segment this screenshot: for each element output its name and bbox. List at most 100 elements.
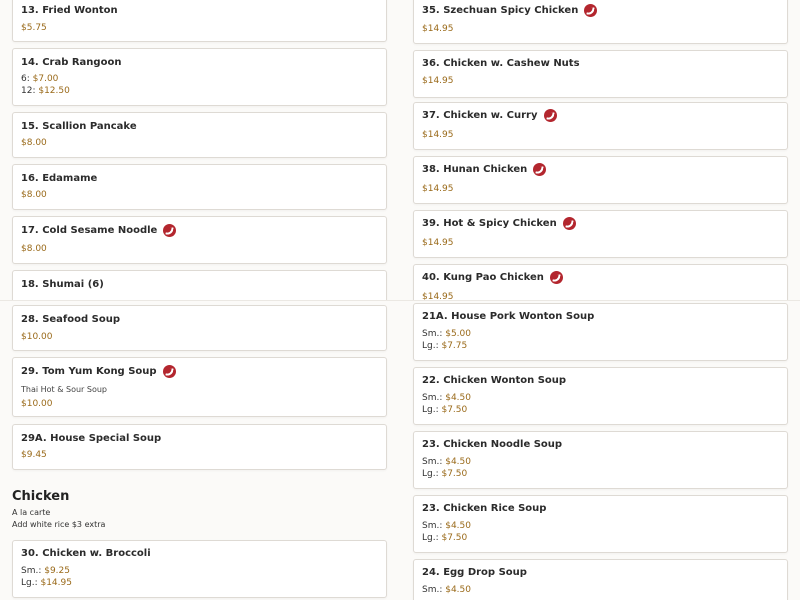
menu-item-name: 39. Hot & Spicy Chicken: [422, 217, 576, 230]
menu-item-card[interactable]: 30. Chicken w. Broccoli Sm.: $9.25 Lg.: $1…: [12, 540, 387, 598]
menu-item-card[interactable]: 35. Szechuan Spicy Chicken $14.95: [413, 0, 788, 44]
menu-item-name: 16. Edamame: [21, 173, 97, 184]
menu-item-name: 40. Kung Pao Chicken: [422, 271, 563, 284]
price-size-label: Lg.:: [21, 578, 41, 588]
menu-item-name: 21A. House Pork Wonton Soup: [422, 311, 594, 322]
menu-item-name: 14. Crab Rangoon: [21, 57, 121, 68]
menu-item-card[interactable]: 37. Chicken w. Curry $14.95: [413, 102, 788, 150]
spicy-pepper-icon: [163, 224, 177, 237]
price-size-label: Lg.:: [422, 405, 442, 415]
menu-item-title: 40. Kung Pao Chicken: [422, 272, 544, 283]
menu-item-card[interactable]: 29. Tom Yum Kong Soup Thai Hot & Sour Sou…: [12, 357, 387, 417]
menu-item-title: 13. Fried Wonton: [21, 5, 118, 16]
price-value: $9.25: [44, 566, 70, 576]
menu-item-card[interactable]: 24. Egg Drop Soup Sm.: $4.50: [413, 559, 788, 600]
menu-item-name: 22. Chicken Wonton Soup: [422, 375, 566, 386]
menu-item-name: 29A. House Special Soup: [21, 433, 161, 444]
menu-item-card[interactable]: 14. Crab Rangoon 6: $7.00 12: $12.50: [12, 48, 387, 106]
price-value: $5.75: [21, 23, 47, 33]
menu-item-title: 39. Hot & Spicy Chicken: [422, 218, 557, 229]
menu-item-name: 30. Chicken w. Broccoli: [21, 548, 151, 559]
price-value: $7.50: [441, 533, 468, 543]
menu-item-price-line: 12: $12.50: [21, 86, 70, 96]
menu-item-title: 18. Shumai (6): [21, 279, 104, 290]
menu-item-price-line: $8.00: [21, 244, 47, 254]
menu-item-title: 15. Scallion Pancake: [21, 121, 137, 132]
price-value: $14.95: [422, 238, 454, 248]
menu-item-card[interactable]: 39. Hot & Spicy Chicken $14.95: [413, 210, 788, 258]
menu-item-price-line: Lg.: $7.50: [422, 469, 467, 479]
menu-item-card[interactable]: 38. Hunan Chicken $14.95: [413, 156, 788, 204]
spicy-pepper-icon: [584, 4, 598, 17]
price-value: $10.00: [21, 332, 53, 342]
menu-item-card[interactable]: 40. Kung Pao Chicken $14.95: [413, 264, 788, 300]
price-value: $8.00: [21, 138, 47, 148]
price-value: $7.75: [441, 341, 468, 351]
spicy-pepper-icon: [533, 163, 547, 176]
menu-item-card[interactable]: 23. Chicken Rice Soup Sm.: $4.50 Lg.: $7.5…: [413, 495, 788, 553]
price-value: $4.50: [445, 585, 471, 595]
price-size-label: Lg.:: [422, 533, 442, 543]
price-value: $8.00: [21, 190, 47, 200]
menu-item-name: 37. Chicken w. Curry: [422, 109, 557, 122]
price-value: $14.95: [422, 184, 454, 194]
menu-item-name: 23. Chicken Noodle Soup: [422, 439, 562, 450]
menu-item-price-line: $10.00: [21, 399, 53, 409]
price-value: $14.95: [422, 292, 454, 300]
menu-item-name: 35. Szechuan Spicy Chicken: [422, 4, 598, 17]
menu-item-title: 16. Edamame: [21, 173, 98, 184]
price-size-label: Lg.:: [422, 341, 442, 351]
price-size-label: Sm.:: [422, 457, 446, 467]
price-size-label: Sm.:: [422, 585, 446, 595]
menu-item-card[interactable]: 13. Fried Wonton $5.75: [12, 0, 387, 42]
menu-item-name: 38. Hunan Chicken: [422, 163, 547, 176]
menu-item-price-line: Sm.: $9.25: [21, 566, 70, 576]
menu-item-card[interactable]: 17. Cold Sesame Noodle $8.00: [12, 216, 387, 264]
menu-item-title: 24. Egg Drop Soup: [422, 567, 527, 578]
spicy-pepper-icon: [162, 365, 176, 378]
menu-item-card[interactable]: 36. Chicken w. Cashew Nuts $14.95: [413, 50, 788, 98]
menu-item-title: 23. Chicken Rice Soup: [422, 503, 547, 514]
menu-item-name: 17. Cold Sesame Noodle: [21, 224, 177, 237]
menu-item-price-line: 6: $7.00: [21, 74, 58, 84]
menu-item-price-line: $14.95: [422, 24, 454, 34]
menu-item-title: 17. Cold Sesame Noodle: [21, 225, 158, 236]
menu-item-card[interactable]: 18. Shumai (6): [12, 270, 387, 300]
spicy-pepper-icon: [549, 271, 563, 284]
menu-item-title: 22. Chicken Wonton Soup: [422, 375, 567, 386]
menu-item-price-line: $14.95: [422, 292, 454, 300]
menu-item-name: 24. Egg Drop Soup: [422, 567, 527, 578]
price-value: $9.45: [21, 450, 47, 460]
menu-item-card[interactable]: 21A. House Pork Wonton Soup Sm.: $5.00 Lg.…: [413, 303, 788, 361]
menu-item-price-line: $8.00: [21, 138, 47, 148]
menu-item-price-line: $10.00: [21, 332, 53, 342]
menu-item-price-line: $9.45: [21, 450, 47, 460]
menu-item-card[interactable]: 15. Scallion Pancake $8.00: [12, 112, 387, 158]
price-value: $14.95: [40, 578, 72, 588]
section-title: Chicken: [12, 489, 70, 504]
price-value: $14.95: [422, 24, 454, 34]
menu-item-title: 36. Chicken w. Cashew Nuts: [422, 58, 580, 69]
menu-item-name: 18. Shumai (6): [21, 279, 104, 290]
price-value: $7.00: [32, 74, 59, 84]
price-value: $14.95: [422, 76, 454, 86]
menu-item-price-line: Sm.: $4.50: [422, 457, 471, 467]
price-value: $4.50: [445, 393, 471, 403]
price-size-label: 12:: [21, 86, 39, 96]
menu-item-price-line: $14.95: [422, 238, 454, 248]
price-value: $12.50: [38, 86, 70, 96]
section-note: Add white rice $3 extra: [12, 520, 106, 529]
menu-item-card[interactable]: 29A. House Special Soup $9.45: [12, 424, 387, 470]
price-value: $4.50: [445, 521, 471, 531]
menu-item-price-line: Lg.: $7.50: [422, 405, 467, 415]
menu-item-card[interactable]: 16. Edamame $8.00: [12, 164, 387, 210]
menu-item-title: 28. Seafood Soup: [21, 314, 121, 325]
menu-item-card[interactable]: 28. Seafood Soup $10.00: [12, 305, 387, 351]
price-size-label: Sm.:: [422, 329, 446, 339]
menu-item-card[interactable]: 23. Chicken Noodle Soup Sm.: $4.50 Lg.: $7…: [413, 431, 788, 489]
spicy-pepper-icon: [562, 217, 576, 230]
menu-item-card[interactable]: 22. Chicken Wonton Soup Sm.: $4.50 Lg.: $7…: [413, 367, 788, 425]
menu-item-price-line: $14.95: [422, 76, 454, 86]
menu-item-price-line: $14.95: [422, 184, 454, 194]
menu-item-price-line: Sm.: $5.00: [422, 329, 471, 339]
